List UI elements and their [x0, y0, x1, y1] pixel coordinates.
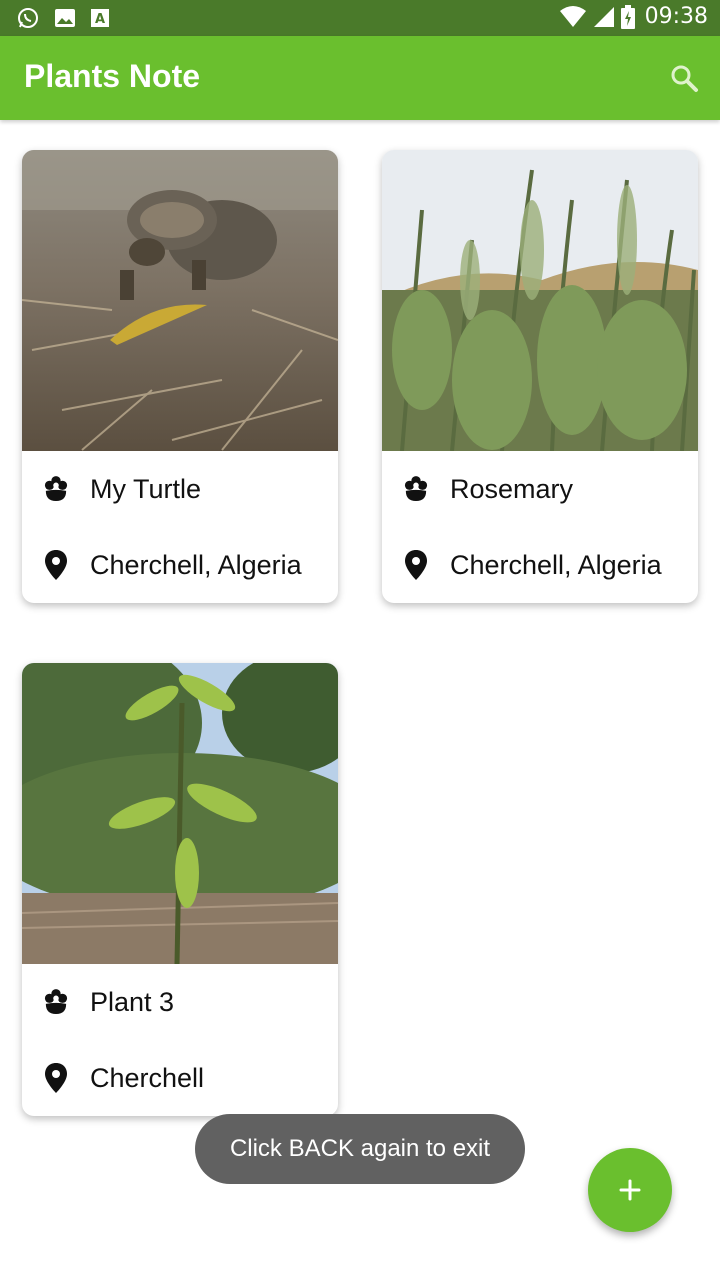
note-name: Plant 3	[90, 986, 175, 1017]
note-location-row: Cherchell, Algeria	[22, 535, 338, 595]
note-card[interactable]: Rosemary Cherchell, Algeria	[382, 150, 698, 603]
whatsapp-icon	[18, 8, 38, 28]
note-name: My Turtle	[90, 473, 202, 504]
location-pin-icon	[405, 550, 427, 580]
note-photo	[382, 150, 698, 451]
search-button[interactable]	[668, 62, 700, 94]
image-icon	[55, 9, 75, 27]
status-time: 09:38	[644, 4, 708, 29]
note-photo	[22, 663, 338, 964]
note-location: Cherchell, Algeria	[90, 549, 302, 580]
note-name: Rosemary	[450, 473, 574, 504]
flower-icon	[44, 989, 68, 1014]
note-name-row: Plant 3	[22, 972, 338, 1032]
app-bar: Plants Note	[0, 36, 720, 120]
text-icon: A	[91, 9, 109, 27]
note-location-row: Cherchell	[22, 1048, 338, 1108]
plus-icon	[619, 1179, 641, 1201]
svg-text:A: A	[95, 12, 105, 27]
status-bar: A 09:38	[0, 0, 720, 36]
wifi-icon	[559, 5, 586, 27]
note-name-row: Rosemary	[382, 459, 698, 519]
note-location-row: Cherchell, Algeria	[382, 535, 698, 595]
location-pin-icon	[45, 1063, 67, 1093]
flower-icon	[44, 476, 68, 501]
toast-message: Click BACK again to exit	[195, 1114, 525, 1184]
search-icon	[671, 65, 698, 92]
flower-icon	[404, 476, 428, 501]
page-title: Plants Note	[24, 58, 201, 94]
battery-icon	[620, 4, 635, 29]
add-note-button[interactable]	[588, 1148, 672, 1232]
signal-icon	[593, 6, 614, 27]
note-card[interactable]: My Turtle Cherchell, Algeria	[22, 150, 338, 603]
note-location: Cherchell, Algeria	[450, 549, 662, 580]
location-pin-icon	[45, 550, 67, 580]
note-location: Cherchell	[90, 1062, 205, 1093]
note-photo	[22, 150, 338, 451]
note-name-row: My Turtle	[22, 459, 338, 519]
note-card[interactable]: Plant 3 Cherchell	[22, 663, 338, 1116]
